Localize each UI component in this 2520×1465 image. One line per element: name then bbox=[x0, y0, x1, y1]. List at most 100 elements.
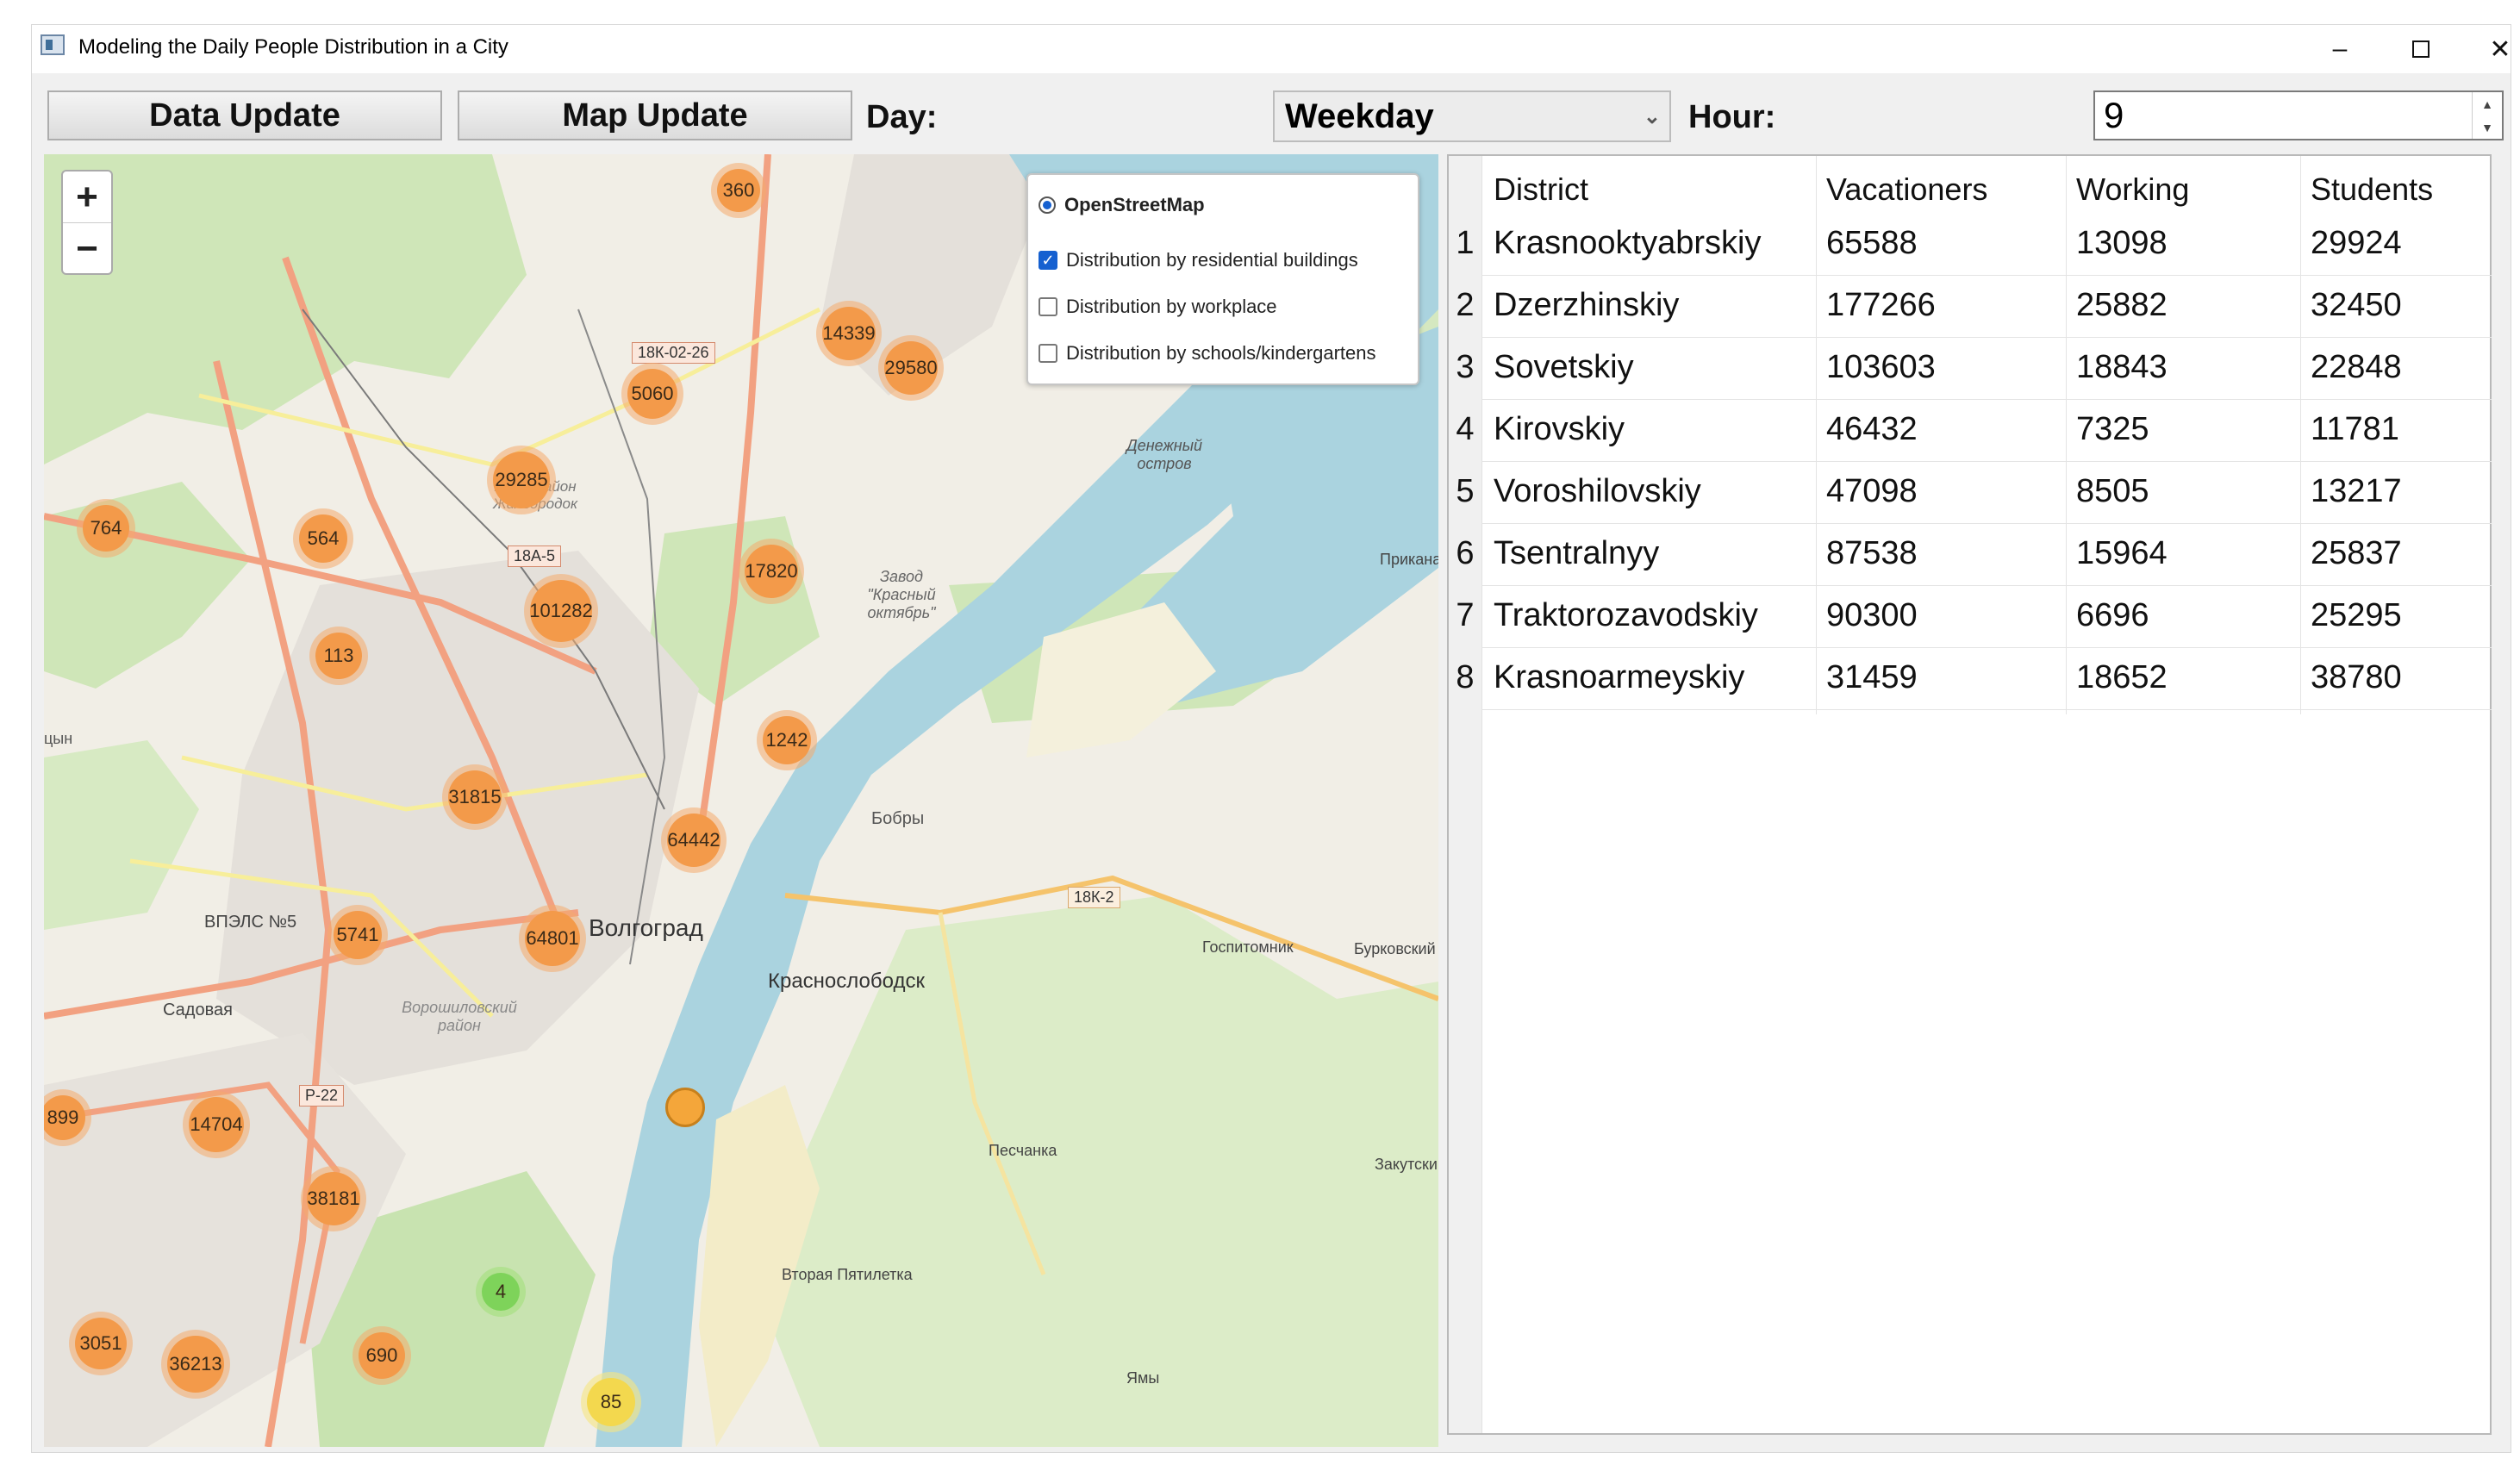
column-header-working[interactable]: Working bbox=[2076, 171, 2189, 208]
overlay-residential[interactable]: ✓ Distribution by residential buildings bbox=[1039, 249, 1358, 271]
cluster-marker[interactable]: 3051 bbox=[69, 1312, 133, 1375]
cell-district[interactable]: Sovetskiy bbox=[1494, 349, 1634, 386]
cluster-marker[interactable]: 564 bbox=[293, 508, 353, 569]
layer-label: OpenStreetMap bbox=[1064, 194, 1205, 215]
row-number: 8 bbox=[1456, 659, 1475, 695]
cluster-count: 64442 bbox=[667, 814, 720, 867]
cell-vacationers[interactable]: 87538 bbox=[1826, 535, 1918, 572]
column-header-vacationers[interactable]: Vacationers bbox=[1826, 171, 1987, 208]
cluster-marker[interactable]: 17820 bbox=[739, 539, 804, 604]
cluster-marker[interactable]: 690 bbox=[352, 1326, 411, 1385]
cluster-marker[interactable]: 14704 bbox=[183, 1091, 250, 1158]
cluster-count: 899 bbox=[44, 1095, 85, 1140]
row-number: 4 bbox=[1456, 411, 1475, 447]
cell-district[interactable]: Traktorozavodskiy bbox=[1494, 597, 1758, 634]
data-update-button[interactable]: Data Update bbox=[47, 90, 442, 140]
cell-district[interactable]: Krasnoarmeyskiy bbox=[1494, 659, 1744, 696]
cluster-marker[interactable]: 764 bbox=[77, 499, 135, 558]
zoom-in-button[interactable]: + bbox=[63, 171, 111, 223]
district-table[interactable]: District Vacationers Working Students 1K… bbox=[1447, 154, 2492, 1435]
cell-vacationers[interactable]: 65588 bbox=[1826, 225, 1918, 262]
cluster-marker[interactable]: 113 bbox=[309, 627, 368, 685]
cluster-marker[interactable]: 85 bbox=[581, 1372, 641, 1432]
cluster-marker[interactable]: 29580 bbox=[878, 335, 944, 401]
cluster-marker[interactable]: 29285 bbox=[487, 446, 556, 514]
cluster-count: 1242 bbox=[763, 716, 811, 764]
close-icon[interactable]: ✕ bbox=[2474, 32, 2520, 66]
cluster-marker[interactable]: 14339 bbox=[816, 301, 882, 366]
map-update-button[interactable]: Map Update bbox=[458, 90, 852, 140]
cell-district[interactable]: Dzerzhinskiy bbox=[1494, 287, 1679, 324]
cell-vacationers[interactable]: 47098 bbox=[1826, 473, 1918, 510]
cluster-count bbox=[665, 1088, 705, 1127]
cell-vacationers[interactable]: 31459 bbox=[1826, 659, 1918, 696]
cell-district[interactable]: Kirovskiy bbox=[1494, 411, 1625, 448]
cluster-marker[interactable]: 4 bbox=[476, 1267, 526, 1317]
cell-vacationers[interactable]: 177266 bbox=[1826, 287, 1936, 324]
cell-students[interactable]: 25837 bbox=[2311, 535, 2402, 572]
cell-district[interactable]: Krasnooktyabrskiy bbox=[1494, 225, 1761, 262]
map-label-zavod: Завод "Красный октябрь" bbox=[867, 568, 936, 621]
layer-openstreetmap[interactable]: OpenStreetMap bbox=[1039, 194, 1205, 216]
app-icon bbox=[41, 34, 65, 55]
cell-students[interactable]: 25295 bbox=[2311, 597, 2402, 634]
cluster-marker[interactable]: 31815 bbox=[442, 764, 508, 830]
title-bar: Modeling the Daily People Distribution i… bbox=[32, 25, 2511, 73]
row-number: 6 bbox=[1456, 535, 1475, 571]
cell-working[interactable]: 13098 bbox=[2076, 225, 2168, 262]
toolbar: Data Update Map Update Day: Weekday ⌄ Ho… bbox=[32, 73, 2511, 147]
cluster-marker[interactable]: 101282 bbox=[524, 574, 598, 648]
cluster-marker[interactable]: 64801 bbox=[519, 905, 586, 972]
overlay-schools[interactable]: Distribution by schools/kindergartens bbox=[1039, 342, 1376, 365]
cluster-marker[interactable]: 1242 bbox=[757, 710, 817, 770]
cell-working[interactable]: 25882 bbox=[2076, 287, 2168, 324]
cell-working[interactable]: 8505 bbox=[2076, 473, 2149, 510]
overlay-workplace[interactable]: Distribution by workplace bbox=[1039, 296, 1277, 318]
cell-students[interactable]: 38780 bbox=[2311, 659, 2402, 696]
minimize-icon[interactable]: – bbox=[2314, 32, 2366, 66]
cluster-marker[interactable]: 5741 bbox=[327, 905, 388, 965]
cell-students[interactable]: 11781 bbox=[2311, 411, 2399, 448]
cell-vacationers[interactable]: 46432 bbox=[1826, 411, 1918, 448]
maximize-icon[interactable] bbox=[2395, 32, 2447, 66]
cluster-marker[interactable]: 360 bbox=[711, 163, 766, 218]
column-header-district[interactable]: District bbox=[1494, 171, 1588, 208]
cell-vacationers[interactable]: 103603 bbox=[1826, 349, 1936, 386]
day-select[interactable]: Weekday ⌄ bbox=[1273, 90, 1671, 142]
checkbox-icon bbox=[1039, 344, 1057, 363]
cluster-marker[interactable]: 38181 bbox=[301, 1166, 366, 1231]
hour-spinbox[interactable]: 9 ▲ ▼ bbox=[2093, 90, 2504, 140]
cell-district[interactable]: Voroshilovskiy bbox=[1494, 473, 1701, 510]
cell-students[interactable]: 32450 bbox=[2311, 287, 2402, 324]
cell-students[interactable]: 29924 bbox=[2311, 225, 2402, 262]
column-header-students[interactable]: Students bbox=[2311, 171, 2433, 208]
cluster-marker[interactable]: 36213 bbox=[161, 1330, 230, 1399]
cluster-marker[interactable]: 5060 bbox=[621, 363, 683, 425]
zoom-out-button[interactable]: − bbox=[63, 223, 111, 274]
map-label-burkovsky: Бурковский bbox=[1354, 940, 1436, 957]
map-view[interactable]: Волгоград Краснослободск Бобры Денежный … bbox=[44, 154, 1438, 1447]
checkbox-icon bbox=[1039, 297, 1057, 316]
cluster-count: 564 bbox=[299, 514, 347, 563]
cell-students[interactable]: 13217 bbox=[2311, 473, 2402, 510]
cell-district[interactable]: Tsentralnyy bbox=[1494, 535, 1659, 572]
cluster-count: 5741 bbox=[334, 911, 382, 959]
cell-vacationers[interactable]: 90300 bbox=[1826, 597, 1918, 634]
location-marker[interactable] bbox=[665, 1088, 705, 1127]
map-label-prikanalny: Приканальный bbox=[1380, 551, 1438, 568]
cell-working[interactable]: 15964 bbox=[2076, 535, 2168, 572]
cluster-count: 29580 bbox=[884, 341, 938, 395]
cluster-marker[interactable]: 64442 bbox=[661, 807, 727, 873]
row-number: 3 bbox=[1456, 349, 1475, 385]
day-select-value: Weekday bbox=[1285, 97, 1434, 135]
cell-working[interactable]: 7325 bbox=[2076, 411, 2149, 448]
cell-working[interactable]: 18843 bbox=[2076, 349, 2168, 386]
spin-up-icon[interactable]: ▲ bbox=[2473, 92, 2502, 115]
cell-working[interactable]: 6696 bbox=[2076, 597, 2149, 634]
cluster-count: 5060 bbox=[627, 369, 677, 419]
map-label-zakutsky: Закутский bbox=[1375, 1156, 1438, 1173]
cell-working[interactable]: 18652 bbox=[2076, 659, 2168, 696]
cell-students[interactable]: 22848 bbox=[2311, 349, 2402, 386]
spin-down-icon[interactable]: ▼ bbox=[2473, 115, 2502, 139]
cluster-count: 14339 bbox=[822, 307, 876, 360]
